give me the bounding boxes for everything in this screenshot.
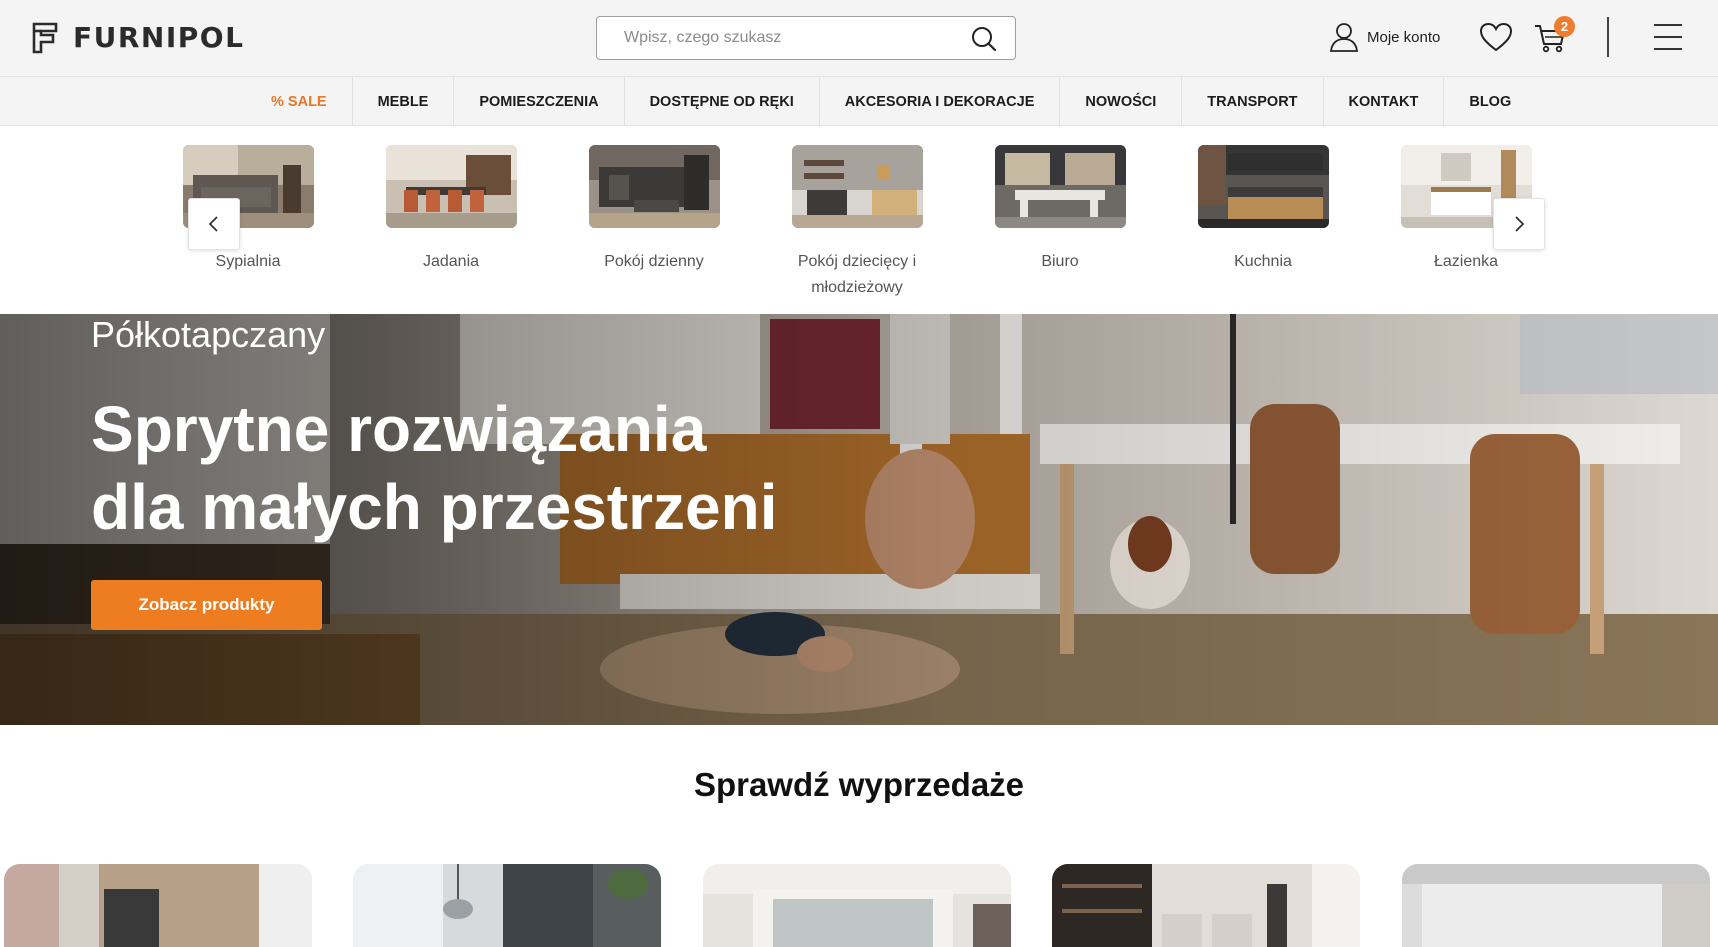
category-image [994,145,1126,228]
nav-item-sale[interactable]: % SALE [247,77,353,126]
search-box [596,16,1016,60]
category-image [1197,145,1329,228]
cart-count-badge: 2 [1554,16,1575,37]
carousel-next-button[interactable] [1493,198,1545,250]
category-image [791,145,923,228]
hero-cta-button[interactable]: Zobacz produkty [91,580,322,630]
nav-item-pomieszczenia[interactable]: POMIESZCZENIA [454,77,625,126]
category-image [588,145,720,228]
hero-title: Sprytne rozwiązania dla małych przestrze… [91,390,991,546]
category-label: Jadania [422,253,480,270]
category-pokoj-dzieciecy[interactable]: Pokój dziecięcy i młodzieżowy [772,145,942,301]
menu-icon[interactable] [1654,24,1682,52]
sale-card-image [1052,864,1360,947]
category-image [385,145,517,228]
user-icon [1329,23,1359,52]
sale-card-image [703,864,1011,947]
logo-text: FURNIPOL [73,21,245,54]
nav-item-akcesoria[interactable]: AKCESORIA I DEKORACJE [820,77,1061,126]
sale-card[interactable] [1052,864,1360,947]
logo-mark-icon [32,22,58,53]
logo[interactable]: FURNIPOL [31,21,244,54]
search-icon[interactable] [971,26,997,52]
account-link[interactable]: Moje konto [1329,22,1440,52]
category-pokoj-dzienny[interactable]: Pokój dzienny [569,145,739,275]
nav-item-blog[interactable]: BLOG [1444,77,1536,126]
category-label: Biuro [1041,253,1079,270]
header-divider [1607,17,1609,57]
hero-title-line2: dla małych przestrzeni [91,471,778,543]
chevron-right-icon [1515,216,1525,232]
category-biuro[interactable]: Biuro [975,145,1145,275]
account-label: Moje konto [1367,28,1441,46]
sale-card[interactable] [4,864,312,947]
category-label: Pokój dziecięcy i młodzieżowy [797,253,917,296]
sale-card[interactable] [703,864,1011,947]
hero-title-line1: Sprytne rozwiązania [91,393,707,465]
nav-item-meble[interactable]: MEBLE [353,77,455,126]
heart-icon[interactable] [1479,22,1513,52]
nav-item-kontakt[interactable]: KONTAKT [1324,77,1445,126]
category-label: Łazienka [1433,253,1499,270]
search-input[interactable] [597,17,937,59]
sale-card[interactable] [1402,864,1710,947]
category-carousel: Sypialnia Jadania Pokój dzienny Pokój dz… [0,126,1718,314]
sale-card-image [353,864,661,947]
main-nav: % SALE MEBLE POMIESZCZENIA DOSTĘPNE OD R… [0,77,1718,126]
category-jadania[interactable]: Jadania [366,145,536,275]
carousel-prev-button[interactable] [188,198,240,250]
category-label: Kuchnia [1234,253,1292,270]
sale-card[interactable] [353,864,661,947]
nav-item-dostepne[interactable]: DOSTĘPNE OD RĘKI [625,77,820,126]
category-label: Sypialnia [215,253,281,270]
nav-item-transport[interactable]: TRANSPORT [1182,77,1324,126]
sale-card-image [4,864,312,947]
chevron-left-icon [208,216,218,232]
hero-banner: Półkotapczany Sprytne rozwiązania dla ma… [0,314,1718,725]
category-label: Pokój dzienny [604,253,704,270]
sales-section-title: Sprawdź wyprzedaże [693,766,1025,803]
sale-card-image [1402,864,1710,947]
hero-eyebrow: Półkotapczany [91,314,326,355]
site-header: FURNIPOL Moje konto 2 [0,0,1718,77]
category-kuchnia[interactable]: Kuchnia [1178,145,1348,275]
nav-item-nowosci[interactable]: NOWOŚCI [1060,77,1183,126]
